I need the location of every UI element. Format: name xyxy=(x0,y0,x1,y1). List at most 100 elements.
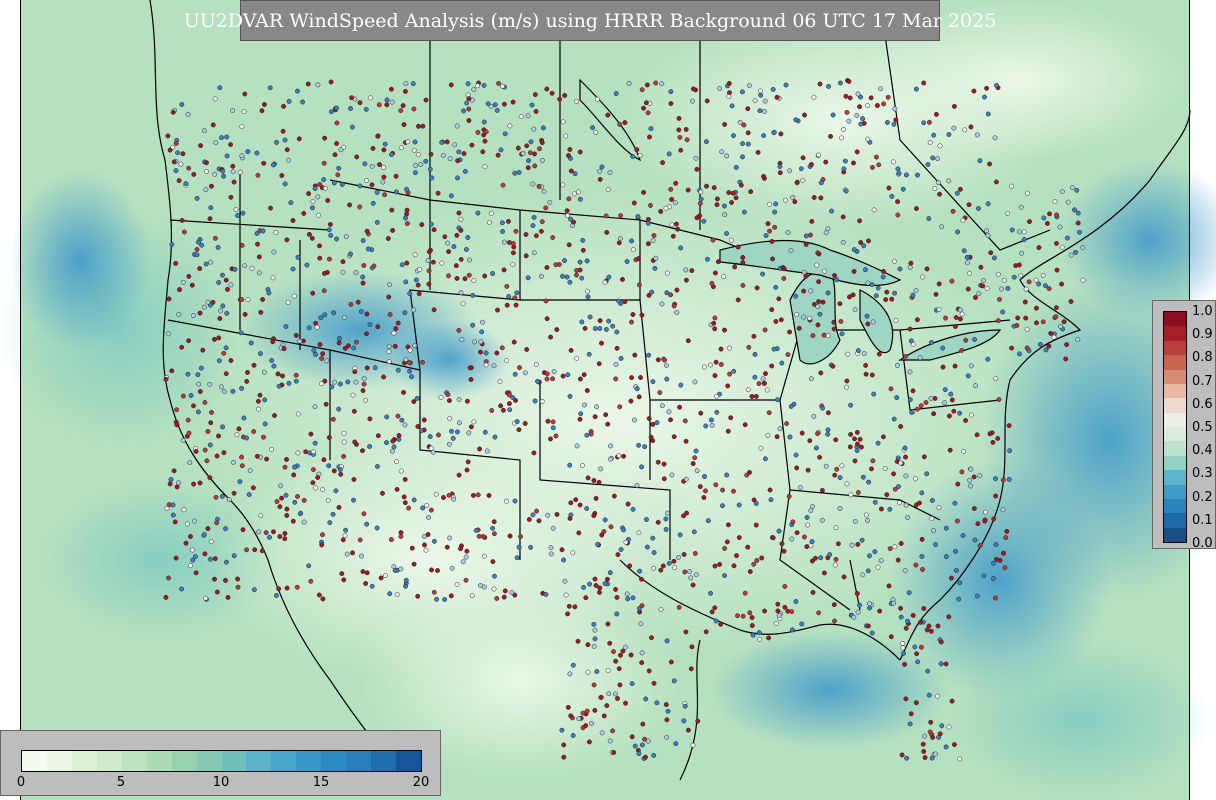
observation-point xyxy=(381,174,387,180)
observation-point xyxy=(992,135,998,141)
observation-point xyxy=(361,381,367,387)
observation-point xyxy=(1019,250,1025,256)
observation-point xyxy=(572,171,578,177)
observation-point xyxy=(974,432,980,438)
observation-point xyxy=(704,183,709,189)
observation-point xyxy=(526,517,532,522)
observation-point xyxy=(867,601,872,607)
observation-point xyxy=(458,216,464,222)
observation-point xyxy=(571,219,577,225)
observation-point xyxy=(256,270,262,276)
observation-point xyxy=(758,445,764,451)
observation-point xyxy=(187,460,193,466)
observation-point xyxy=(398,566,404,572)
observation-point xyxy=(887,546,893,552)
observation-point xyxy=(844,481,850,487)
observation-point xyxy=(631,200,637,206)
observation-point xyxy=(303,449,309,455)
observation-point xyxy=(719,149,725,155)
observation-point xyxy=(249,265,255,271)
observation-point xyxy=(465,235,471,240)
observation-point xyxy=(242,263,248,269)
observation-point xyxy=(651,565,656,571)
observation-point xyxy=(497,379,503,385)
observation-point xyxy=(839,135,845,141)
observation-point xyxy=(255,241,260,247)
observation-point xyxy=(269,358,275,363)
observation-point xyxy=(455,175,460,181)
observation-point xyxy=(802,112,807,118)
observation-point xyxy=(649,635,654,641)
observation-point xyxy=(629,319,634,325)
observation-point xyxy=(402,88,408,94)
observation-point xyxy=(714,409,720,415)
observation-point xyxy=(876,351,882,357)
observation-point xyxy=(224,310,230,316)
observation-point xyxy=(169,241,175,247)
observation-point xyxy=(1034,320,1039,326)
observation-point xyxy=(684,277,689,283)
observation-point xyxy=(587,314,593,320)
observation-point xyxy=(898,614,904,620)
observation-point xyxy=(571,191,577,197)
observation-point xyxy=(978,264,984,270)
observation-point xyxy=(258,309,264,315)
observation-point xyxy=(993,376,999,382)
observation-point xyxy=(645,110,651,116)
observation-point xyxy=(940,345,946,351)
observation-point xyxy=(415,152,421,158)
observation-point xyxy=(811,94,817,100)
observation-point xyxy=(882,466,888,471)
observation-point xyxy=(223,345,229,351)
observation-point xyxy=(1065,199,1071,205)
observation-point xyxy=(713,359,719,365)
observation-point xyxy=(486,493,492,498)
observation-point xyxy=(543,592,549,597)
observation-point xyxy=(369,182,375,188)
observation-point xyxy=(698,196,704,202)
observation-point xyxy=(541,189,547,195)
observation-point xyxy=(616,453,622,459)
observation-point xyxy=(496,81,502,86)
observation-point xyxy=(492,573,497,579)
observation-point xyxy=(461,151,467,157)
observation-point xyxy=(604,229,610,235)
observation-point xyxy=(361,376,367,381)
observation-point xyxy=(473,527,479,533)
observation-point xyxy=(398,468,404,474)
observation-point xyxy=(201,128,207,134)
observation-point xyxy=(598,466,604,472)
observation-point xyxy=(611,750,617,755)
observation-point xyxy=(634,147,640,153)
observation-point xyxy=(403,583,408,589)
observation-point xyxy=(689,644,695,650)
observation-point xyxy=(543,205,549,211)
observation-point xyxy=(808,232,813,238)
observation-point xyxy=(245,297,251,303)
observation-point xyxy=(438,395,444,400)
observation-point xyxy=(382,573,388,578)
observation-point xyxy=(742,422,748,428)
observation-point xyxy=(283,324,289,330)
observation-point xyxy=(683,267,689,273)
observation-point xyxy=(277,504,283,510)
observation-point xyxy=(936,281,942,287)
observation-point xyxy=(193,570,199,576)
observation-point xyxy=(760,271,766,277)
observation-point xyxy=(784,421,790,427)
observation-point xyxy=(224,153,230,159)
observation-point xyxy=(714,393,720,399)
observation-point xyxy=(290,266,296,272)
observation-point xyxy=(681,552,687,557)
observation-point xyxy=(389,448,395,454)
observation-point xyxy=(594,404,600,410)
observation-point xyxy=(892,106,898,112)
observation-point xyxy=(348,301,354,307)
observation-point xyxy=(328,79,334,85)
observation-point xyxy=(744,472,750,478)
observation-point xyxy=(327,520,333,526)
observation-point xyxy=(677,134,683,140)
observation-point xyxy=(817,454,823,460)
observation-point xyxy=(469,593,475,599)
observation-point xyxy=(466,106,472,112)
